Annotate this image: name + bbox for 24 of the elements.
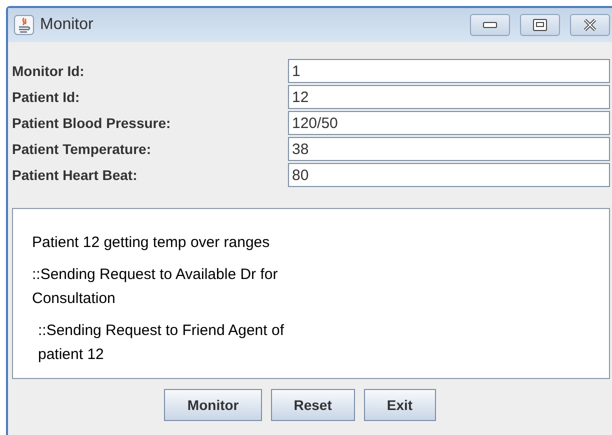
message-text: ::Sending Request to Friend Agent of patient 12 bbox=[37, 321, 285, 365]
close-button[interactable] bbox=[570, 14, 610, 36]
field-label: Monitor Id: bbox=[12, 62, 86, 80]
action-button[interactable]: Exit bbox=[364, 389, 436, 421]
minimize-button[interactable] bbox=[470, 14, 510, 36]
input-field[interactable]: 120/50 bbox=[288, 111, 610, 135]
input-field[interactable]: 12 bbox=[288, 85, 610, 109]
action-button[interactable]: Monitor bbox=[164, 389, 262, 421]
input-field[interactable]: 1 bbox=[288, 59, 610, 83]
field-label: Patient Temperature: bbox=[12, 140, 152, 159]
action-button[interactable]: Reset bbox=[270, 389, 355, 421]
field-label: Patient Id: bbox=[12, 88, 81, 106]
minimize-icon bbox=[483, 22, 497, 28]
coffee-cup-icon bbox=[14, 15, 34, 35]
maximize-icon bbox=[533, 19, 547, 31]
field-label: Patient Blood Pressure: bbox=[12, 114, 172, 132]
input-field[interactable]: 80 bbox=[288, 163, 610, 187]
field-label: Patient Heart Beat: bbox=[12, 166, 138, 184]
input-field[interactable]: 38 bbox=[288, 137, 610, 161]
message-text: Patient 12 getting temp over ranges bbox=[32, 233, 271, 253]
maximize-button[interactable] bbox=[520, 14, 560, 36]
window-title: Monitor bbox=[40, 15, 94, 35]
message-text: ::Sending Request to Available Dr for Consultation bbox=[32, 265, 279, 309]
close-icon bbox=[583, 19, 597, 31]
